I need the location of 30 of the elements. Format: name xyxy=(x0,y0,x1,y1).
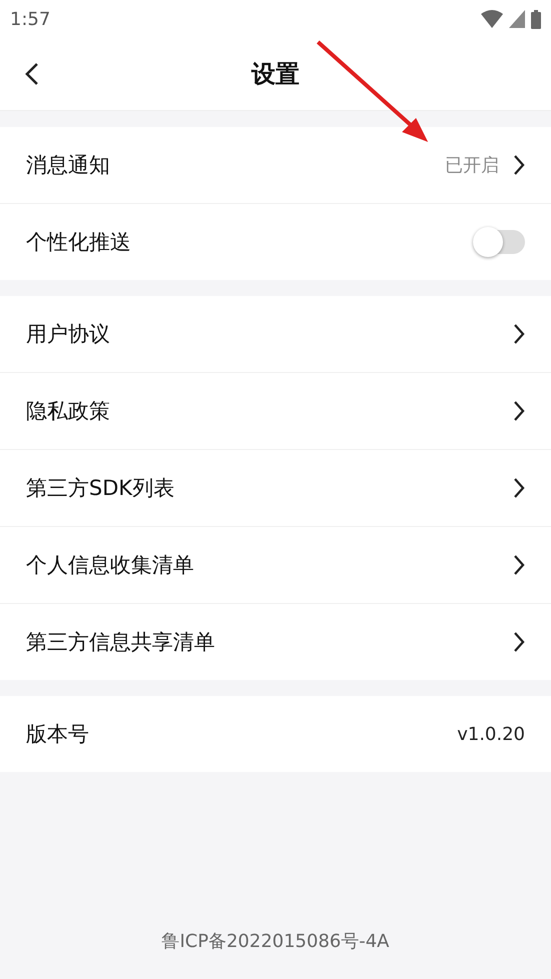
signal-icon xyxy=(509,10,525,28)
battery-icon xyxy=(531,10,541,28)
row-label: 第三方SDK列表 xyxy=(26,475,174,502)
wifi-icon xyxy=(481,10,503,28)
page-title: 设置 xyxy=(252,59,300,90)
row-label: 消息通知 xyxy=(26,152,110,179)
settings-row[interactable]: 第三方信息共享清单 xyxy=(0,604,551,680)
row-label: 用户协议 xyxy=(26,321,110,348)
row-label: 个人信息收集清单 xyxy=(26,552,194,579)
row-label: 第三方信息共享清单 xyxy=(26,629,215,656)
row-label: 隐私政策 xyxy=(26,398,110,425)
settings-row[interactable]: 第三方SDK列表 xyxy=(0,450,551,527)
back-icon[interactable] xyxy=(25,62,39,86)
chevron-icon xyxy=(513,477,525,499)
footer-text: 鲁ICP备2022015086号-4A xyxy=(160,930,390,954)
row-label: 个性化推送 xyxy=(26,229,131,256)
status-time: 1:57 xyxy=(10,8,50,30)
chevron-icon xyxy=(513,323,525,345)
settings-row[interactable]: 版本号 v1.0.20 xyxy=(0,696,551,772)
chevron-icon xyxy=(513,631,525,653)
settings-row[interactable]: 个人信息收集清单 xyxy=(0,527,551,604)
row-label: 版本号 xyxy=(26,721,89,748)
row-value: v1.0.20 xyxy=(457,724,525,744)
chevron-icon xyxy=(513,400,525,422)
settings-row[interactable]: 用户协议 xyxy=(0,296,551,373)
chevron-icon xyxy=(513,554,525,576)
settings-row[interactable]: 隐私政策 xyxy=(0,373,551,450)
settings-row[interactable]: 个性化推送 xyxy=(0,204,551,280)
chevron-icon xyxy=(513,154,525,176)
row-value: 已开启 xyxy=(445,154,499,177)
